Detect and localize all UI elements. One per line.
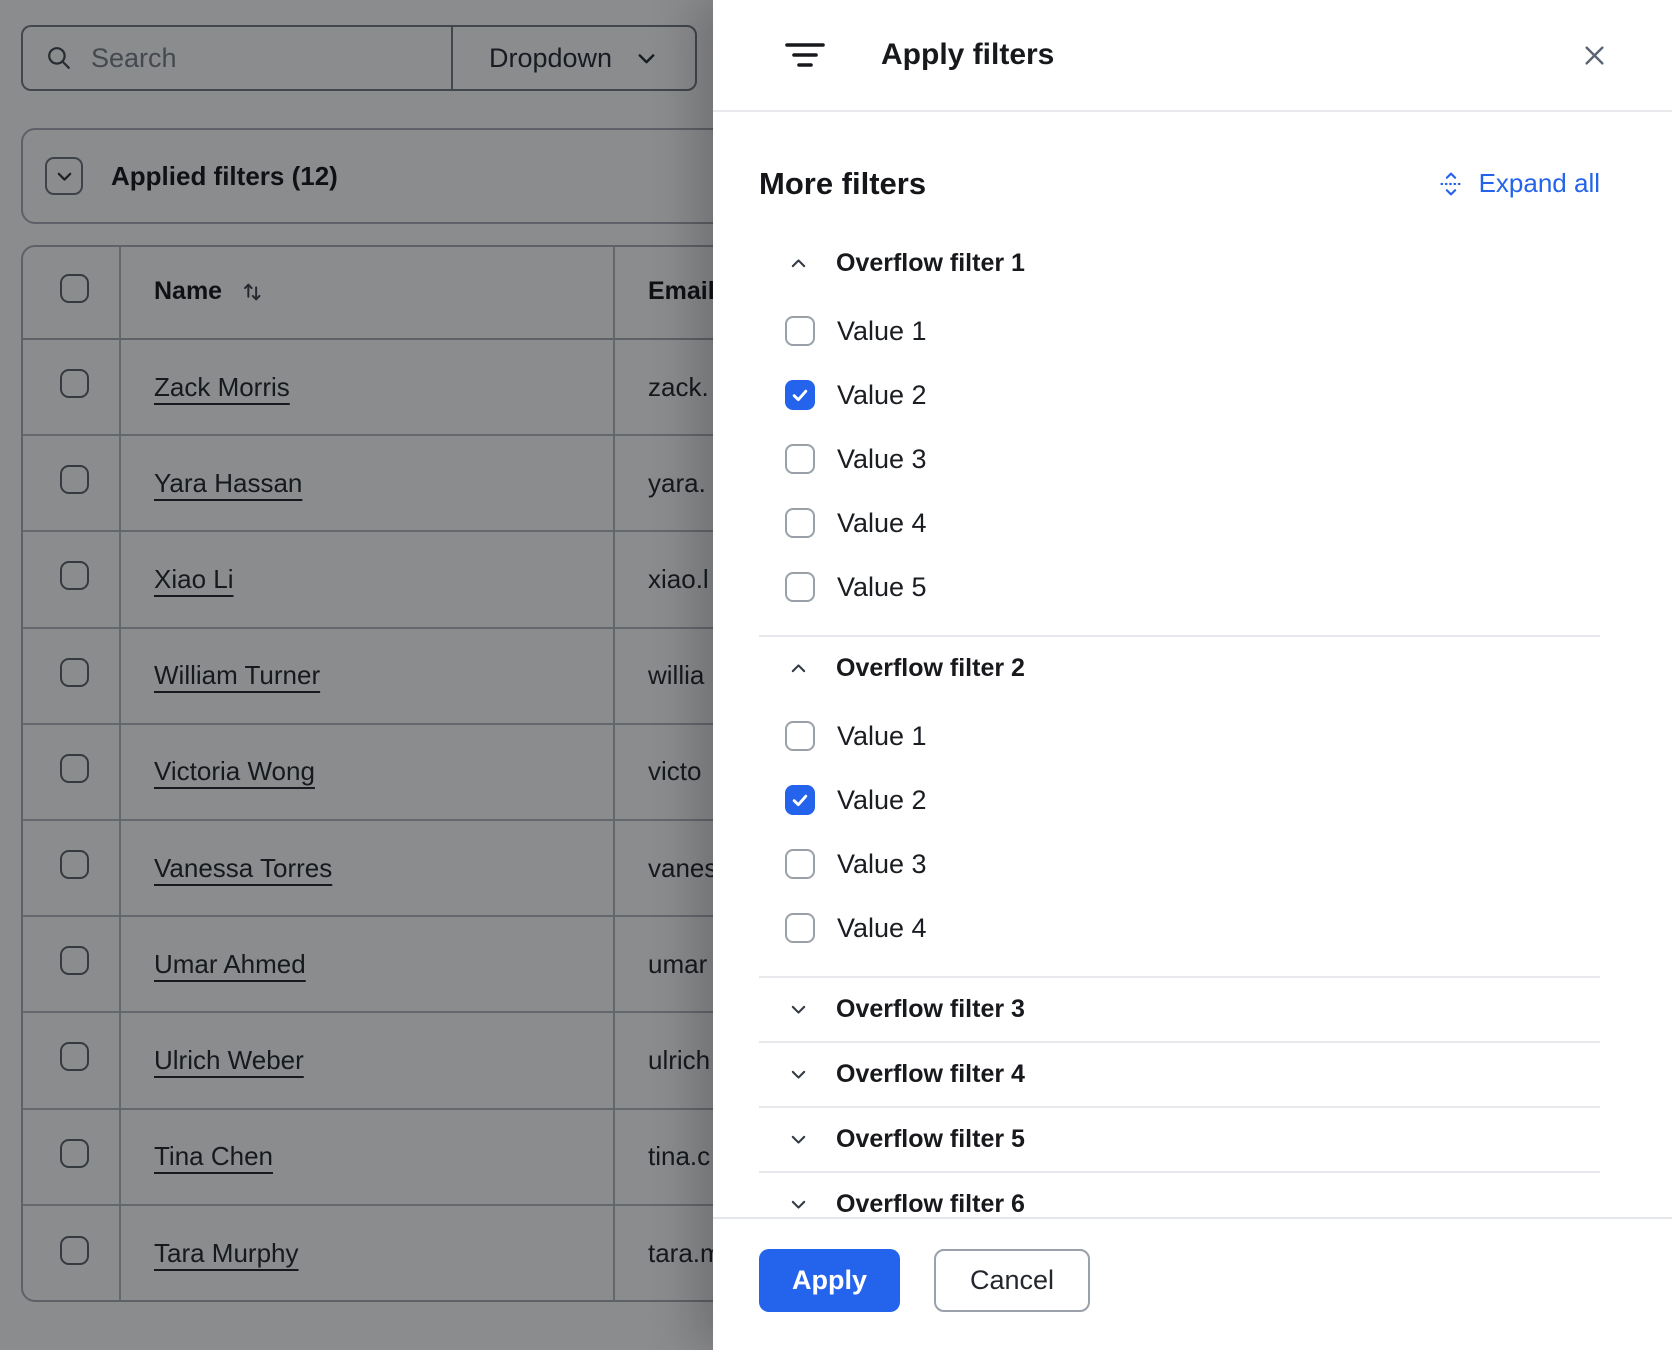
filter-section-label: Overflow filter 3 [836,995,1025,1024]
filter-section-header[interactable]: Overflow filter 5 [759,1108,1600,1171]
checkbox-checked[interactable] [785,785,815,815]
filter-option[interactable]: Value 3 [759,832,1600,896]
filter-option-label: Value 2 [837,785,927,816]
apply-button[interactable]: Apply [759,1249,900,1312]
filter-options: Value 1 Value 2 Value 3 Value 4 [759,700,1600,976]
filter-option[interactable]: Value 1 [759,299,1600,363]
chevron-up-icon [787,658,809,679]
checkbox-unchecked[interactable] [785,721,815,751]
modal-footer: Apply Cancel [713,1217,1672,1350]
chevron-up-icon [787,253,809,274]
filter-section-label: Overflow filter 1 [836,249,1025,278]
filter-section-label: Overflow filter 2 [836,654,1025,683]
filter-sections: Overflow filter 1Value 1Value 2Value 3Va… [759,232,1600,1217]
filter-section-header[interactable]: Overflow filter 1 [759,232,1600,295]
filter-section: Overflow filter 5 [759,1108,1600,1173]
chevron-down-icon [787,1064,809,1085]
filter-option-label: Value 4 [837,913,927,944]
filter-option[interactable]: Value 4 [759,896,1600,960]
checkbox-unchecked[interactable] [785,572,815,602]
filter-section: Overflow filter 6 [759,1173,1600,1217]
close-icon [1581,42,1608,69]
filter-option-label: Value 5 [837,572,927,603]
filter-option[interactable]: Value 1 [759,704,1600,768]
modal-title: Apply filters [881,38,1054,72]
filter-option[interactable]: Value 5 [759,555,1600,619]
chevron-down-icon [787,999,809,1020]
chevron-down-icon [787,1129,809,1150]
filter-section: Overflow filter 2Value 1Value 2Value 3Va… [759,637,1600,978]
filter-option-label: Value 2 [837,380,927,411]
filter-section-header[interactable]: Overflow filter 6 [759,1173,1600,1217]
filter-option-label: Value 3 [837,444,927,475]
modal-body: More filters Expand all Overflow filter … [713,112,1672,1217]
expand-all-label: Expand all [1479,168,1600,199]
filter-section: Overflow filter 3 [759,978,1600,1043]
filter-section-label: Overflow filter 5 [836,1125,1025,1154]
filter-option[interactable]: Value 3 [759,427,1600,491]
filter-section-header[interactable]: Overflow filter 2 [759,637,1600,700]
apply-filters-modal: Apply filters More filters Expand a [713,0,1672,1350]
checkbox-unchecked[interactable] [785,849,815,879]
filter-section-header[interactable]: Overflow filter 4 [759,1043,1600,1106]
cancel-button[interactable]: Cancel [934,1249,1090,1312]
more-filters-heading: More filters [759,166,926,202]
filter-section-header[interactable]: Overflow filter 3 [759,978,1600,1041]
expand-all-link[interactable]: Expand all [1438,168,1600,199]
chevron-down-icon [787,1194,809,1215]
filter-option[interactable]: Value 4 [759,491,1600,555]
filter-section-label: Overflow filter 4 [836,1060,1025,1089]
expand-vertical-icon [1438,171,1464,197]
filter-options: Value 1 Value 2 Value 3 Value 4 Value 5 [759,295,1600,635]
checkbox-unchecked[interactable] [785,444,815,474]
filter-option[interactable]: Value 2 [759,768,1600,832]
modal-header: Apply filters [713,0,1672,112]
filter-option-label: Value 1 [837,316,927,347]
checkbox-unchecked[interactable] [785,913,815,943]
filter-option-label: Value 4 [837,508,927,539]
filter-section: Overflow filter 4 [759,1043,1600,1108]
checkbox-unchecked[interactable] [785,316,815,346]
filter-section: Overflow filter 1Value 1Value 2Value 3Va… [759,232,1600,637]
checkbox-checked[interactable] [785,380,815,410]
filter-section-label: Overflow filter 6 [836,1190,1025,1217]
filter-icon [785,38,825,72]
filter-option-label: Value 1 [837,721,927,752]
close-button[interactable] [1575,36,1614,75]
filter-option-label: Value 3 [837,849,927,880]
filter-option[interactable]: Value 2 [759,363,1600,427]
checkbox-unchecked[interactable] [785,508,815,538]
